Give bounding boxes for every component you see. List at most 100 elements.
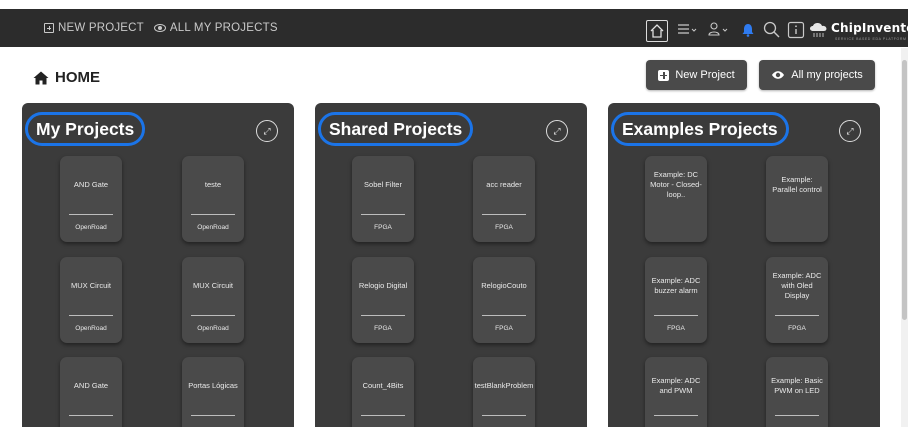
project-card-name: MUX Circuit (70, 281, 111, 290)
examples-projects-panel: Examples Projects ⤢ Example: DC Motor - … (608, 103, 880, 427)
project-card[interactable]: AND Gate OpenRoad (60, 156, 122, 242)
project-card-name: MUX Circuit (192, 281, 233, 290)
project-card-name: AND Gate (73, 381, 109, 390)
home-icon (33, 71, 49, 84)
nav-new-project-label: NEW PROJECT (58, 22, 144, 34)
project-card-type: OpenRoad (75, 325, 107, 332)
project-card[interactable]: RelogioCouto FPGA (473, 257, 535, 343)
card-divider (361, 415, 405, 416)
project-card[interactable]: Example: ADC with Oled Display FPGA (766, 257, 828, 343)
card-divider (69, 415, 113, 416)
brand-logo-text[interactable]: ChipInventor (831, 21, 908, 35)
search-icon (763, 21, 780, 38)
card-divider (775, 315, 819, 316)
card-divider (69, 315, 113, 316)
project-card[interactable]: testBlankProblem (473, 357, 535, 427)
project-card[interactable]: Example: ADC buzzer alarm FPGA (645, 257, 707, 343)
navbar-links: NEW PROJECT ALL MY PROJECTS (44, 9, 278, 47)
chipinventor-logo-icon (810, 23, 827, 37)
nav-new-project-link[interactable]: NEW PROJECT (44, 22, 144, 34)
project-card[interactable]: Sobel Filter FPGA (352, 156, 414, 242)
notification-bell-icon[interactable] (742, 23, 754, 37)
project-card-name: Example: ADC buzzer alarm (651, 276, 701, 295)
page-title: HOME (33, 69, 100, 86)
panel-title: Examples Projects (611, 112, 789, 146)
project-card-name: Portas Lógicas (188, 381, 238, 390)
new-project-button[interactable]: New Project (646, 60, 747, 90)
project-card[interactable]: MUX Circuit OpenRoad (60, 257, 122, 343)
card-divider (69, 214, 113, 215)
info-icon (787, 21, 805, 39)
expand-icon: ⤢ (846, 125, 854, 136)
menu-dropdown-button[interactable] (677, 21, 699, 42)
page-scrollbar-thumb[interactable] (902, 60, 907, 320)
project-card-name: testBlankProblem (474, 381, 534, 390)
project-card-name: Sobel Filter (364, 180, 402, 189)
nav-all-projects-label: ALL MY PROJECTS (169, 22, 278, 34)
card-divider (482, 415, 526, 416)
project-card[interactable]: teste OpenRoad (182, 156, 244, 242)
project-card-type: FPGA (495, 224, 513, 231)
card-divider (191, 214, 235, 215)
project-card-name: Example: ADC and PWM (651, 376, 701, 395)
project-card[interactable]: Example: ADC and PWM (645, 357, 707, 427)
all-projects-button-label: All my projects (791, 69, 863, 81)
project-card[interactable]: Example: Basic PWM on LED (766, 357, 828, 427)
project-card-type: FPGA (788, 325, 806, 332)
page-title-text: HOME (55, 69, 100, 86)
project-card-type: FPGA (374, 325, 392, 332)
new-project-button-label: New Project (675, 69, 735, 81)
home-nav-button[interactable] (646, 20, 668, 42)
project-card[interactable]: acc reader FPGA (473, 156, 535, 242)
user-dropdown-button[interactable] (708, 21, 732, 42)
project-card-name: Count_4Bits (362, 381, 404, 390)
shared-projects-panel: Shared Projects ⤢ Sobel Filter FPGA acc r… (315, 103, 587, 427)
project-card-type: OpenRoad (75, 224, 107, 231)
search-button[interactable] (763, 21, 781, 44)
project-card-type: OpenRoad (197, 224, 229, 231)
project-card-name: teste (204, 180, 222, 189)
eye-icon (772, 71, 785, 79)
project-card[interactable]: AND Gate (60, 357, 122, 427)
project-card[interactable]: Example: DC Motor - Closed-loop.. (645, 156, 707, 242)
card-divider (482, 315, 526, 316)
card-divider (654, 315, 698, 316)
project-card-name: Example: Parallel control (772, 175, 822, 194)
project-card-name: Example: Basic PWM on LED (771, 376, 823, 395)
project-card[interactable]: MUX Circuit OpenRoad (182, 257, 244, 343)
project-card-name: AND Gate (73, 180, 109, 189)
project-card[interactable]: Portas Lógicas (182, 357, 244, 427)
expand-panel-button[interactable]: ⤢ (256, 120, 278, 142)
plus-square-icon (44, 23, 54, 33)
expand-panel-button[interactable]: ⤢ (546, 120, 568, 142)
panel-title: Shared Projects (318, 112, 474, 146)
home-icon (650, 24, 664, 38)
eye-icon (153, 24, 166, 32)
project-card-name: Relogio Digital (358, 281, 408, 290)
project-card-type: FPGA (374, 224, 392, 231)
project-card[interactable]: Count_4Bits (352, 357, 414, 427)
all-projects-button[interactable]: All my projects (759, 60, 875, 90)
project-card-type: FPGA (495, 325, 513, 332)
card-divider (775, 415, 819, 416)
project-card-type: OpenRoad (197, 325, 229, 332)
project-card-type: FPGA (667, 325, 685, 332)
card-divider (191, 415, 235, 416)
nav-all-projects-link[interactable]: ALL MY PROJECTS (153, 22, 278, 34)
project-card[interactable]: Example: Parallel control (766, 156, 828, 242)
project-card-name: acc reader (486, 180, 522, 189)
panel-title: My Projects (25, 112, 146, 146)
expand-panel-button[interactable]: ⤢ (839, 120, 861, 142)
expand-icon: ⤢ (553, 125, 561, 136)
my-projects-panel: My Projects ⤢ AND Gate OpenRoad teste Open… (22, 103, 294, 427)
card-divider (654, 415, 698, 416)
card-divider (191, 315, 235, 316)
top-navbar: NEW PROJECT ALL MY PROJECTS ChipInvent S… (0, 9, 908, 47)
info-button[interactable] (787, 21, 805, 44)
project-card[interactable]: Relogio Digital FPGA (352, 257, 414, 343)
project-card-name: Example: ADC with Oled Display (772, 271, 822, 300)
card-divider (482, 214, 526, 215)
user-icon (708, 22, 728, 36)
card-divider (361, 214, 405, 215)
card-divider (361, 315, 405, 316)
